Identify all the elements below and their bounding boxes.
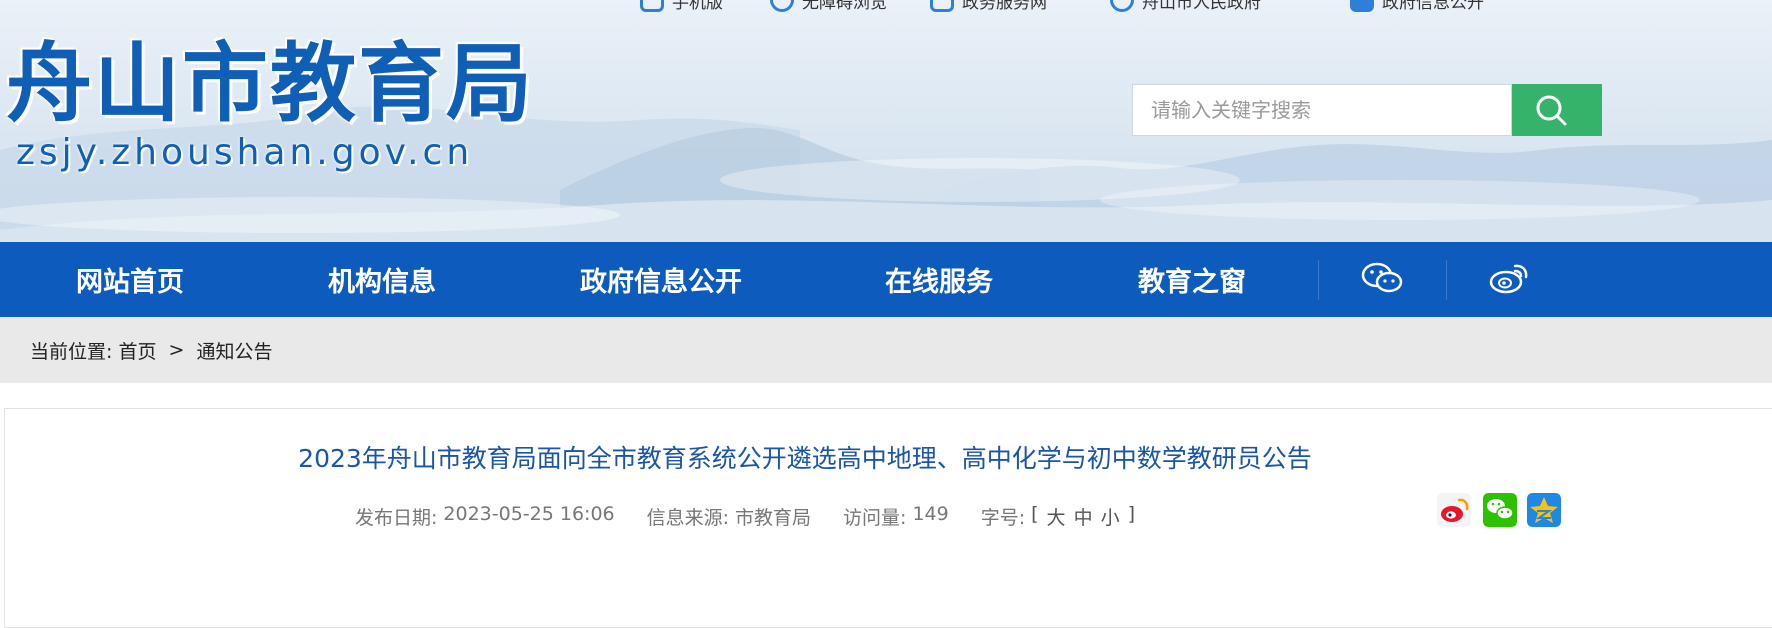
font-size-bracket-close: ] — [1127, 502, 1138, 525]
weibo-icon[interactable] — [1488, 260, 1532, 296]
wechat-icon[interactable] — [1360, 260, 1404, 296]
article-panel: 2023年舟山市教育局面向全市教育系统公开遴选高中地理、高中化学与初中数学教研员… — [4, 408, 1772, 628]
nav-item-education-window[interactable]: 教育之窗 — [1138, 242, 1246, 317]
toplink-government[interactable]: 舟山市人民政府 — [1110, 0, 1261, 13]
font-size-control: 字号: [ 大 中 小 ] — [981, 503, 1137, 530]
info-icon — [1350, 0, 1374, 12]
view-count-label: 访问量: — [843, 506, 907, 529]
font-size-bracket-open: [ — [1031, 502, 1041, 525]
toplink-info[interactable]: 政府信息公开 — [1350, 0, 1484, 13]
nav-divider — [1318, 260, 1319, 300]
info-source: 信息来源: 市教育局 — [647, 503, 811, 530]
toplink-label: 无障碍浏览 — [802, 0, 887, 13]
nav-item-organization[interactable]: 机构信息 — [328, 242, 436, 317]
font-size-label: 字号: — [980, 506, 1026, 529]
info-source-value: 市教育局 — [735, 506, 812, 529]
breadcrumb-bar: 当前位置: 首页 > 通知公告 — [0, 317, 1772, 383]
site-logo-domain: zsjy.zhoushan.gov.cn — [16, 132, 474, 173]
site-logo-name[interactable]: 舟山市教育局 — [6, 36, 534, 132]
main-nav: 网站首页 机构信息 政府信息公开 在线服务 教育之窗 — [0, 242, 1772, 317]
breadcrumb-prefix: 当前位置: — [30, 340, 119, 363]
toplink-mobile[interactable]: 手机版 — [640, 0, 723, 13]
search-button[interactable] — [1512, 84, 1602, 136]
qzone-share-icon[interactable] — [1527, 493, 1561, 527]
wechat-share-icon[interactable] — [1483, 493, 1517, 527]
header-banner: 手机版 无障碍浏览 政务服务网 舟山市人民政府 政府信息公开 舟山市教育局 zs… — [0, 0, 1772, 242]
view-count: 访问量: 149 — [843, 503, 949, 530]
nav-item-home[interactable]: 网站首页 — [76, 242, 184, 317]
publish-date-label: 发布日期: — [355, 506, 438, 529]
accessibility-icon — [770, 0, 794, 12]
nav-item-online-service[interactable]: 在线服务 — [885, 242, 993, 317]
article-title: 2023年舟山市教育局面向全市教育系统公开遴选高中地理、高中化学与初中数学教研员… — [298, 444, 1312, 473]
breadcrumb-current[interactable]: 通知公告 — [197, 337, 273, 364]
publish-date-value: 2023-05-25 16:06 — [443, 502, 615, 525]
breadcrumb-separator: > — [156, 339, 197, 361]
toplink-label: 政务服务网 — [962, 0, 1047, 13]
search-input[interactable] — [1132, 84, 1512, 136]
font-size-large[interactable]: 大 — [1047, 503, 1068, 530]
service-icon — [930, 0, 954, 12]
font-size-small[interactable]: 小 — [1101, 503, 1122, 530]
info-source-label: 信息来源: — [646, 506, 730, 529]
toplink-service[interactable]: 政务服务网 — [930, 0, 1047, 13]
search-icon — [1536, 95, 1567, 126]
government-icon — [1110, 0, 1134, 12]
weibo-share-icon[interactable] — [1437, 493, 1471, 527]
mobile-icon — [640, 0, 664, 12]
breadcrumb: 当前位置: 首页 > 通知公告 — [30, 317, 273, 383]
toplink-label: 手机版 — [672, 0, 723, 13]
toplink-label: 舟山市人民政府 — [1142, 0, 1261, 13]
article-meta: 发布日期: 2023-05-25 16:06 信息来源: 市教育局 访问量: 1… — [355, 501, 1169, 531]
nav-divider — [1446, 260, 1447, 300]
toplink-label: 政府信息公开 — [1382, 0, 1484, 13]
breadcrumb-home-link[interactable]: 首页 — [118, 337, 156, 364]
font-size-medium[interactable]: 中 — [1074, 503, 1095, 530]
publish-date: 发布日期: 2023-05-25 16:06 — [355, 503, 615, 530]
view-count-value: 149 — [912, 502, 949, 525]
toplink-accessibility[interactable]: 无障碍浏览 — [770, 0, 887, 13]
nav-item-gov-info[interactable]: 政府信息公开 — [580, 242, 742, 317]
